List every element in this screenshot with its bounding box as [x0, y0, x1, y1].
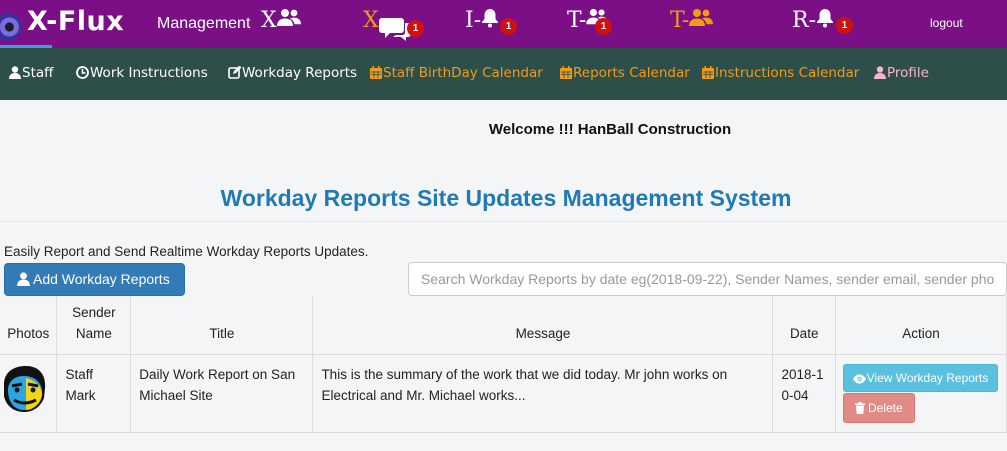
nav-item-profile[interactable]: Profile	[874, 65, 929, 81]
topbar-staff-link[interactable]: X	[261, 8, 301, 40]
user-icon	[17, 272, 30, 286]
divider	[0, 221, 1007, 222]
nav-item-staff-birthday-calendar[interactable]: Staff BirthDay Calendar	[370, 65, 543, 81]
nav-item-reports-calendar[interactable]: Reports Calendar	[560, 65, 690, 81]
clock-icon	[76, 66, 89, 79]
column-header-action: Action	[834, 296, 1007, 355]
eye-icon	[852, 373, 866, 384]
action-cell: View Workday Reports Delete	[834, 353, 1007, 433]
nav-item-work-instructions[interactable]: Work Instructions	[76, 65, 208, 81]
team-badge: 1	[595, 18, 612, 35]
add-workday-reports-button[interactable]: Add Workday Reports	[4, 263, 185, 296]
view-workday-reports-button[interactable]: View Workday Reports	[842, 363, 998, 392]
trash-icon	[854, 401, 865, 414]
users-icon	[689, 9, 714, 26]
brand-title[interactable]: X-Flux	[27, 6, 124, 37]
top-navbar: X-Flux Management X X 1 I- 1 T- 1 T- R- …	[0, 0, 1007, 48]
column-header-photos: Photos	[0, 296, 58, 355]
topbar-instructions-link[interactable]: I- 1	[465, 8, 517, 40]
sender-name-cell: Staff Mark	[56, 353, 132, 433]
topbar-reports-link[interactable]: R- 1	[792, 8, 853, 40]
management-label[interactable]: Management	[157, 15, 250, 33]
main-navbar: Staff Work Instructions Workday Reports …	[0, 48, 1007, 100]
tagline: Easily Report and Send Realtime Workday …	[4, 244, 369, 259]
nav-item-staff[interactable]: Staff	[9, 65, 53, 81]
date-cell: 2018-10-04	[772, 353, 836, 433]
calendar-icon	[702, 66, 714, 79]
table-row: Staff Mark Daily Work Report on San Mich…	[0, 353, 1007, 433]
welcome-message: Welcome !!! HanBall Construction	[488, 121, 732, 138]
calendar-icon	[560, 66, 572, 79]
photo-cell	[0, 353, 58, 433]
edit-icon	[228, 66, 241, 79]
message-cell: This is the summary of the work that we …	[312, 353, 774, 433]
column-header-date: Date	[772, 296, 836, 355]
delete-button[interactable]: Delete	[842, 392, 915, 423]
logout-link[interactable]: logout	[930, 16, 963, 30]
table-header-row: Photos Sender Name Title Message Date Ac…	[0, 296, 1007, 355]
messages-badge: 1	[407, 20, 424, 37]
column-header-sender-name: Sender Name	[56, 296, 132, 355]
nav-item-instructions-calendar[interactable]: Instructions Calendar	[702, 65, 859, 81]
nav-item-workday-reports[interactable]: Workday Reports	[228, 65, 357, 81]
bell-icon	[482, 9, 499, 28]
topbar-team-link[interactable]: T- 1	[567, 8, 612, 40]
users-icon	[276, 9, 301, 26]
reports-badge: 1	[836, 17, 853, 34]
column-header-message: Message	[312, 296, 774, 355]
reports-table: Photos Sender Name Title Message Date Ac…	[0, 296, 1007, 433]
instructions-badge: 1	[500, 18, 517, 35]
topbar-messages-link[interactable]: X 1	[363, 8, 424, 41]
page-title: Workday Reports Site Updates Management …	[220, 185, 792, 211]
logo-icon	[0, 13, 22, 41]
avatar	[0, 364, 48, 413]
user-icon	[874, 66, 886, 79]
bell-icon	[817, 9, 833, 28]
column-header-title: Title	[130, 296, 314, 355]
title-cell: Daily Work Report on San Michael Site	[130, 353, 314, 433]
calendar-icon	[370, 66, 382, 79]
topbar-team-orange-link[interactable]: T-	[670, 8, 714, 40]
user-icon	[9, 66, 21, 79]
search-input[interactable]	[408, 262, 1007, 296]
